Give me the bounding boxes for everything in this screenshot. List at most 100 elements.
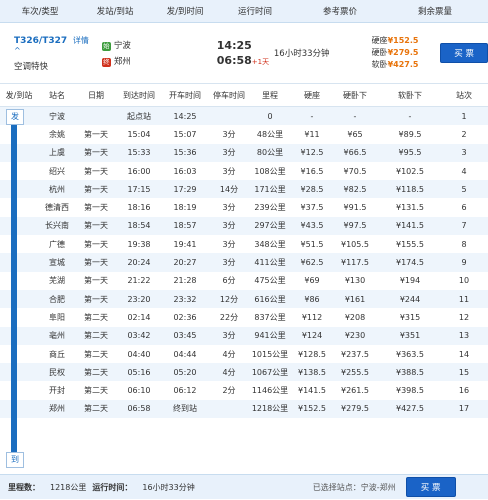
- rail-start-cap: 发: [6, 109, 24, 125]
- results-header: 车次/类型 发站/到站 发/到时间 运行时间 参考票价 剩余票量: [0, 0, 488, 23]
- col-station: 站名: [49, 90, 65, 100]
- arrive-time: 03:42: [127, 331, 151, 341]
- price-hard-sleeper: ¥70.5: [343, 166, 367, 176]
- depart-time: 14:25: [216, 39, 252, 52]
- price-hard-seat: ¥62.5: [300, 258, 324, 268]
- date: 第一天: [84, 184, 108, 194]
- price-hard-sleeper: -: [353, 111, 357, 121]
- distance: 1218公里: [251, 404, 289, 414]
- distance: 411公里: [254, 258, 286, 268]
- date: 第一天: [84, 166, 108, 176]
- stop-index: 10: [458, 276, 470, 286]
- stop-time: 14分: [219, 184, 239, 194]
- date: 第二天: [84, 386, 108, 396]
- station-name: 宁波: [49, 111, 65, 121]
- distance: 239公里: [254, 203, 286, 213]
- date: 第一天: [84, 239, 108, 249]
- price-hard-seat: ¥69: [304, 276, 320, 286]
- route-rail-bar: [11, 117, 17, 459]
- price-hard-sleeper: ¥230: [344, 331, 366, 341]
- stop-row: 广德 第一天 19:38 19:41 3分 348公里 ¥51.5 ¥105.5 ¥155.5 8: [0, 235, 488, 253]
- distance: 108公里: [254, 166, 286, 176]
- col-price: 参考票价: [322, 7, 357, 17]
- selected-value: 宁波-郑州: [360, 482, 396, 492]
- price-hard-seat: 硬座¥152.5: [371, 36, 419, 45]
- col-index: 站次: [456, 90, 472, 100]
- station-name: 商丘: [49, 349, 65, 359]
- stop-row: 芜湖 第一天 21:22 21:28 6分 475公里 ¥69 ¥130 ¥194 10: [0, 272, 488, 290]
- arrive-time: 18:54: [127, 221, 151, 231]
- arrive-time: 20:24: [127, 258, 151, 268]
- distance: 171公里: [254, 184, 286, 194]
- price-hard-seat: ¥112: [301, 312, 323, 322]
- price-list: 硬座¥152.5 硬卧¥279.5 软卧¥427.5: [360, 35, 437, 71]
- depart-time: 03:45: [173, 331, 197, 341]
- distance: 0: [267, 111, 273, 121]
- price-hard-sleeper: ¥66.5: [343, 148, 367, 158]
- col-hard-seat: 硬座: [304, 90, 320, 100]
- footer-buy-button[interactable]: 买 票: [405, 477, 456, 497]
- arrive-time: 21:22: [127, 276, 151, 286]
- date: 第二天: [84, 367, 108, 377]
- distance: 1067公里: [251, 367, 289, 377]
- col-stop: 停车时间: [213, 90, 245, 100]
- depart-time: 02:36: [173, 312, 197, 322]
- stop-row: 开封 第二天 06:10 06:12 2分 1146公里 ¥141.5 ¥261.5 ¥398.…: [0, 381, 488, 399]
- price-hard-seat: ¥43.5: [300, 221, 324, 231]
- date: 第二天: [84, 349, 108, 359]
- end-station-icon: 终: [101, 58, 111, 67]
- station-name: 余姚: [49, 129, 65, 139]
- arrive-time: 02:14: [127, 312, 151, 322]
- distance: 1146公里: [251, 386, 289, 396]
- stops-table: 发 到 宁波 起点站 14:25 0- - -1 余姚 第一天 15:04 15:07 3分 48公里…: [0, 107, 488, 468]
- price-hard-seat: ¥16.5: [300, 166, 324, 176]
- price-soft-sleeper: ¥174.5: [396, 258, 424, 268]
- depart-time: 终到站: [173, 404, 197, 414]
- plus-day-badge: +1天: [251, 58, 270, 66]
- buy-ticket-button[interactable]: 买 票: [440, 43, 488, 63]
- depart-time: 21:28: [173, 276, 197, 286]
- depart-time: 20:27: [173, 258, 197, 268]
- price-hard-sleeper: ¥279.5: [341, 404, 369, 414]
- summary-footer: 里程数： 1218公里 运行时间： 16小时33分钟 已选择站点： 宁波-郑州 …: [0, 474, 488, 499]
- stop-row: 宣城 第一天 20:24 20:27 3分 411公里 ¥62.5 ¥117.5 ¥174.5 9: [0, 253, 488, 272]
- runtime-value: 16小时33分钟: [142, 482, 195, 492]
- train-times: 14:25 06:58+1天: [163, 39, 274, 67]
- price-soft-sleeper: ¥102.5: [396, 166, 424, 176]
- price-hard-seat: ¥152.5: [298, 404, 326, 414]
- distance: 837公里: [254, 312, 286, 322]
- train-code[interactable]: T326/T327: [14, 36, 67, 46]
- arrive-time: 06:58: [216, 54, 252, 67]
- price-hard-sleeper: ¥208: [344, 312, 366, 322]
- distance-value: 1218公里: [50, 482, 87, 492]
- arrive-time: 15:33: [127, 148, 151, 158]
- stop-row: 宁波 起点站 14:25 0 - - - 1: [0, 107, 488, 126]
- col-train: 车次/类型: [21, 7, 59, 17]
- stop-index: 5: [461, 184, 467, 194]
- price-soft-sleeper: ¥351: [399, 331, 421, 341]
- col-distance: 里程: [262, 90, 278, 100]
- route-rail: 发 到: [6, 109, 24, 469]
- arrive-time: 17:15: [127, 184, 151, 194]
- price-hard-seat: ¥141.5: [298, 386, 326, 396]
- col-stations: 发站/到站: [96, 7, 134, 17]
- stop-row: 德清西 第一天 18:16 18:19 3分 239公里 ¥37.5 ¥91.5 ¥131.5 6: [0, 198, 488, 216]
- distance: 297公里: [254, 221, 286, 231]
- price-hard-sleeper: ¥261.5: [341, 386, 369, 396]
- price-hard-sleeper: ¥255.5: [341, 367, 369, 377]
- train-result-row: T326/T327 详情 ^ 空调特快 始宁波 终郑州 14:25 06:58+…: [0, 23, 488, 84]
- runtime-label: 运行时间：: [92, 482, 133, 492]
- date: 第二天: [84, 312, 108, 322]
- stop-time: 3分: [222, 239, 236, 249]
- price-hard-sleeper: ¥82.5: [343, 184, 367, 194]
- selected-label: 已选择站点：: [312, 482, 361, 492]
- col-remaining: 剩余票量: [417, 7, 452, 17]
- price-hard-seat: ¥37.5: [300, 203, 324, 213]
- depart-time: 15:07: [173, 129, 197, 139]
- col-soft-sleeper: 软卧下: [398, 90, 422, 100]
- date: 第一天: [84, 203, 108, 213]
- price-hard-seat: ¥86: [304, 294, 320, 304]
- price-soft-sleeper: 软卧¥427.5: [371, 60, 419, 69]
- rail-end-cap: 到: [6, 452, 24, 468]
- col-from-to: 发/到站: [5, 90, 33, 100]
